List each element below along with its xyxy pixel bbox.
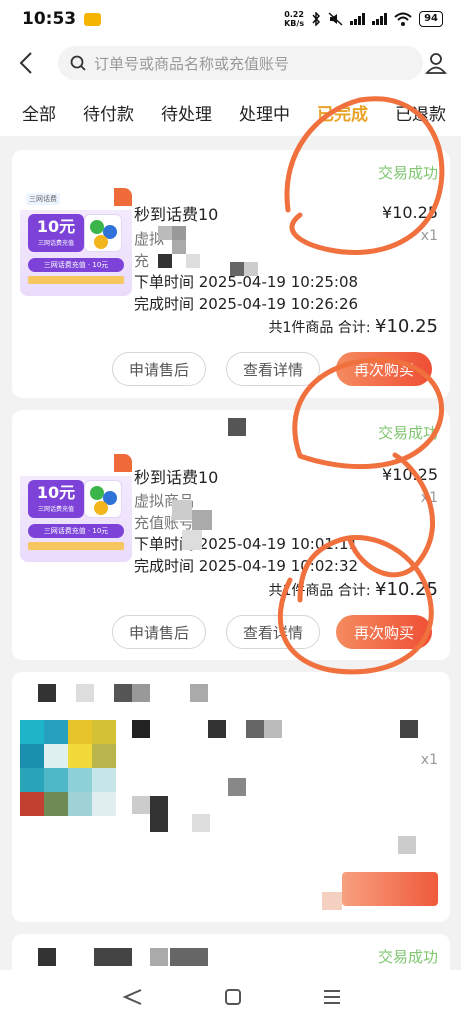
thumb-subtitle: 三网话费充值 <box>37 240 74 247</box>
thumb-denomination-text: 10元 <box>36 217 76 236</box>
view-details-button[interactable]: 查看详情 <box>226 615 320 649</box>
signal-icon-2 <box>372 13 388 25</box>
product-price: ¥10.25 <box>382 203 438 222</box>
user-icon[interactable] <box>423 48 449 78</box>
mail-notification-icon <box>84 12 102 26</box>
after-sale-button[interactable]: 申请售后 <box>112 615 206 649</box>
summary-prefix: 共1件商品 合计: <box>268 320 371 336</box>
system-nav-bar <box>0 970 461 1024</box>
net-speed-unit: KB/s <box>284 19 305 28</box>
signal-icon-1 <box>350 13 366 25</box>
back-icon[interactable] <box>14 48 38 78</box>
thumb-subtitle: 三网话费充值 <box>37 506 74 513</box>
after-sale-button[interactable]: 申请售后 <box>112 352 206 386</box>
thumb-denomination: 10元三网话费充值 <box>28 480 84 518</box>
product-qty: x1 <box>420 228 438 244</box>
rebuy-button[interactable]: 再次购买 <box>336 615 432 649</box>
thumb-denomination-text: 10元 <box>36 483 76 502</box>
thumb-denomination: 10元三网话费充值 <box>28 214 84 252</box>
carrier-logos-icon <box>84 480 122 518</box>
net-speed: 0.22 KB/s <box>284 10 304 28</box>
complete-time: 完成时间 2025-04-19 10:26:26 <box>134 295 359 313</box>
tab-processing[interactable]: 处理中 <box>239 100 290 125</box>
summary-total: ¥10.25 <box>375 316 438 337</box>
search-icon <box>70 55 86 71</box>
redaction-mosaic <box>228 418 246 436</box>
tab-completed[interactable]: 已完成 <box>317 100 368 125</box>
redaction-mosaic <box>398 836 416 854</box>
redaction-mosaic <box>322 892 342 910</box>
search-placeholder: 订单号或商品名称或充值账号 <box>93 54 289 73</box>
redaction-mosaic <box>172 500 232 550</box>
redaction-mosaic <box>38 684 218 704</box>
order-status: 交易成功 <box>377 164 438 182</box>
product-title: 秒到话费10 <box>134 468 219 487</box>
redaction-mosaic <box>132 778 252 834</box>
order-card[interactable]: 交易成功 三网话费 10元 三网话费充值 三网话费充值 · 10元 秒到话费10 … <box>12 150 450 398</box>
order-summary: 共1件商品 合计: ¥10.25 <box>268 316 438 337</box>
bluetooth-icon <box>312 12 321 26</box>
redaction-mosaic <box>132 720 422 740</box>
product-qty: x1 <box>420 490 438 506</box>
rebuy-button[interactable]: 再次购买 <box>336 352 432 386</box>
rebuy-button[interactable] <box>342 872 438 906</box>
tab-pending-payment[interactable]: 待付款 <box>83 100 134 125</box>
wifi-icon <box>394 12 412 26</box>
thumb-banner: 三网话费充值 · 10元 <box>28 524 124 538</box>
account-label: 充 <box>134 252 150 270</box>
order-status: 交易成功 <box>377 424 438 442</box>
status-time: 10:53 <box>22 9 77 29</box>
redaction-mosaic <box>158 226 200 268</box>
status-icons: 0.22 KB/s 94 <box>284 10 443 28</box>
tab-all[interactable]: 全部 <box>22 100 56 125</box>
carrier-logos-icon <box>84 214 122 252</box>
tab-pending-process[interactable]: 待处理 <box>161 100 212 125</box>
tab-refunded[interactable]: 已退款 <box>395 100 446 125</box>
mute-icon <box>328 12 343 26</box>
complete-time: 完成时间 2025-04-19 10:02:32 <box>134 557 359 575</box>
product-title: 秒到话费10 <box>134 205 219 224</box>
redaction-mosaic <box>38 948 228 968</box>
redaction-mosaic <box>20 720 116 816</box>
summary-prefix: 共1件商品 合计: <box>268 583 371 599</box>
nav-back-icon[interactable] <box>121 988 143 1006</box>
view-details-button[interactable]: 查看详情 <box>226 352 320 386</box>
product-thumbnail: 三网话费 10元三网话费充值 三网话费充值 · 10元 <box>20 188 132 296</box>
redaction-mosaic <box>230 262 272 280</box>
order-summary: 共1件商品 合计: ¥10.25 <box>268 579 438 600</box>
thumb-banner: 三网话费充值 · 10元 <box>28 258 124 272</box>
product-thumbnail: 10元三网话费充值 三网话费充值 · 10元 <box>20 454 132 562</box>
status-bar: 10:53 0.22 KB/s 94 <box>0 0 461 38</box>
nav-home-icon[interactable] <box>224 988 242 1006</box>
search-input[interactable]: 订单号或商品名称或充值账号 <box>57 46 424 80</box>
header: 订单号或商品名称或充值账号 <box>0 38 461 88</box>
product-qty: x1 <box>420 752 438 768</box>
net-speed-value: 0.22 <box>284 10 304 19</box>
order-status: 交易成功 <box>377 948 438 966</box>
nav-menu-icon[interactable] <box>323 988 341 1006</box>
product-price: ¥10.25 <box>382 465 438 484</box>
thumb-tag: 三网话费 <box>26 193 60 205</box>
order-time: 下单时间 2025-04-19 10:01:11 <box>134 535 359 553</box>
summary-total: ¥10.25 <box>375 579 438 600</box>
order-card[interactable]: x1 <box>12 672 450 922</box>
battery-icon: 94 <box>419 11 443 27</box>
order-tabs: 全部 待付款 待处理 处理中 已完成 已退款 <box>0 88 461 136</box>
order-card[interactable]: 交易成功 10元 三网话费充值 三网话费充值 · 10元 秒到话费10 虚拟商品 … <box>12 410 450 660</box>
